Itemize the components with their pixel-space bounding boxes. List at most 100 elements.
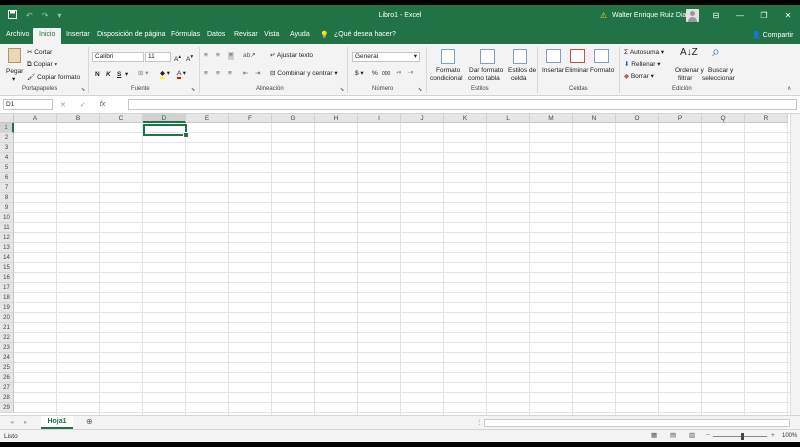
minimize-button[interactable]: —: [728, 5, 752, 27]
zoom-in-icon[interactable]: +: [771, 432, 775, 440]
tab-datos[interactable]: Datos: [207, 31, 225, 38]
align-right-icon[interactable]: ≡: [228, 70, 232, 78]
format-cells-button[interactable]: Formato: [590, 67, 614, 75]
increase-indent-icon[interactable]: ⇥: [255, 70, 260, 78]
close-button[interactable]: ✕: [776, 5, 800, 27]
formula-input[interactable]: [128, 99, 797, 110]
decrease-font-icon[interactable]: A▾: [186, 53, 193, 64]
row-header[interactable]: 27: [0, 383, 14, 393]
column-header-i[interactable]: I: [358, 114, 401, 123]
column-header-m[interactable]: M: [530, 114, 573, 123]
undo-icon[interactable]: ↶: [26, 11, 33, 21]
clear-button[interactable]: ◆ Borrar ▾: [624, 73, 654, 81]
decrease-decimal-icon[interactable]: ⁻⁰: [408, 70, 413, 78]
column-header-o[interactable]: O: [616, 114, 659, 123]
name-box[interactable]: D1: [3, 99, 53, 110]
fill-button[interactable]: ⬇ Rellenar ▾: [624, 61, 661, 69]
tab-revisar[interactable]: Revisar: [234, 31, 258, 38]
customize-qat-icon[interactable]: ▾: [57, 11, 61, 21]
format-as-table-icon[interactable]: [480, 49, 495, 64]
row-header[interactable]: 29: [0, 403, 14, 413]
format-painter-button[interactable]: 🖌 Copiar formato: [27, 74, 80, 82]
delete-cells-icon[interactable]: [570, 49, 585, 63]
row-header[interactable]: 4: [0, 153, 14, 163]
conditional-format-label-2[interactable]: condicional: [430, 75, 463, 83]
sheet-tab-hoja1[interactable]: Hoja1: [41, 416, 73, 429]
autosum-button[interactable]: Σ Autosuma ▾: [624, 49, 664, 57]
middle-align-icon[interactable]: ≡: [216, 52, 220, 60]
insert-cells-button[interactable]: Insertar: [542, 67, 564, 75]
row-header[interactable]: 25: [0, 363, 14, 373]
column-header-d[interactable]: D: [143, 114, 186, 123]
save-icon[interactable]: [8, 10, 17, 22]
orientation-icon[interactable]: ab↗: [243, 52, 256, 60]
selected-cell[interactable]: [143, 124, 189, 138]
currency-button[interactable]: $ ▾: [355, 70, 364, 78]
column-header-r[interactable]: R: [745, 114, 788, 123]
split-handle-icon[interactable]: ⋮: [476, 419, 483, 427]
fill-color-icon[interactable]: ◆ ▾: [160, 70, 170, 79]
paste-dropdown-icon[interactable]: ▾: [12, 76, 15, 84]
tab-ayuda[interactable]: Ayuda: [290, 31, 310, 38]
sort-filter-label-2[interactable]: filtrar: [678, 75, 692, 83]
tab-insertar[interactable]: Insertar: [66, 31, 90, 38]
row-header[interactable]: 21: [0, 323, 14, 333]
merge-center-button[interactable]: ⊟ Combinar y centrar ▾: [270, 70, 338, 78]
row-header[interactable]: 20: [0, 313, 14, 323]
align-center-icon[interactable]: ≡: [216, 70, 220, 78]
decrease-indent-icon[interactable]: ⇤: [243, 70, 248, 78]
tab-inicio[interactable]: Inicio: [33, 28, 62, 44]
tab-disposicion[interactable]: Disposición de página: [97, 31, 166, 38]
paste-button[interactable]: Pegar: [6, 68, 23, 76]
row-header[interactable]: 13: [0, 243, 14, 253]
row-header[interactable]: 17: [0, 283, 14, 293]
cell-styles-icon[interactable]: [513, 49, 527, 64]
page-break-view-icon[interactable]: ▥: [689, 432, 695, 440]
row-header[interactable]: 14: [0, 253, 14, 263]
insert-cells-icon[interactable]: [546, 49, 561, 63]
row-header[interactable]: 15: [0, 263, 14, 273]
cell-styles-label-1[interactable]: Estilos de: [508, 67, 536, 75]
sort-filter-icon[interactable]: A↓Z: [680, 48, 698, 58]
increase-font-icon[interactable]: A▴: [174, 53, 181, 64]
font-color-icon[interactable]: A ▾: [177, 70, 186, 79]
avatar[interactable]: [686, 9, 699, 22]
bottom-align-icon[interactable]: ≡: [228, 52, 234, 60]
row-header[interactable]: 28: [0, 393, 14, 403]
column-header-a[interactable]: A: [14, 114, 57, 123]
share-button[interactable]: 👤 Compartir: [752, 31, 793, 39]
row-header[interactable]: 8: [0, 193, 14, 203]
horizontal-scrollbar[interactable]: [484, 419, 790, 427]
font-launcher-icon[interactable]: ⬊: [191, 86, 195, 94]
column-header-l[interactable]: L: [487, 114, 530, 123]
tell-me-search[interactable]: ¿Qué desea hacer?: [334, 31, 396, 38]
user-name[interactable]: Walter Enrique Ruiz Diaz: [612, 12, 690, 19]
wrap-text-button[interactable]: ↵ Ajustar texto: [270, 52, 313, 60]
row-header[interactable]: 12: [0, 233, 14, 243]
column-header-p[interactable]: P: [659, 114, 702, 123]
borders-icon[interactable]: ⊞ ▾: [138, 70, 149, 78]
column-header-c[interactable]: C: [100, 114, 143, 123]
delete-cells-button[interactable]: Eliminar: [565, 67, 588, 75]
row-header[interactable]: 11: [0, 223, 14, 233]
enter-icon[interactable]: ✓: [80, 101, 86, 109]
column-header-g[interactable]: G: [272, 114, 315, 123]
page-layout-view-icon[interactable]: ▤: [670, 432, 676, 440]
tab-formulas[interactable]: Fórmulas: [171, 31, 200, 38]
comma-style-button[interactable]: 000: [382, 70, 390, 78]
insert-function-icon[interactable]: fx: [100, 101, 105, 109]
zoom-slider-thumb[interactable]: [741, 433, 744, 440]
row-header[interactable]: 9: [0, 203, 14, 213]
normal-view-icon[interactable]: ▦: [651, 432, 657, 440]
align-left-icon[interactable]: ≡: [204, 70, 208, 78]
find-select-label-2[interactable]: seleccionar: [702, 75, 735, 83]
collapse-ribbon-icon[interactable]: ∧: [787, 85, 791, 93]
cut-button[interactable]: ✂ Cortar: [27, 49, 52, 57]
copy-button[interactable]: ⧉ Copiar ▾: [27, 61, 57, 69]
increase-decimal-icon[interactable]: ⁺⁰: [396, 70, 401, 78]
row-header[interactable]: 16: [0, 273, 14, 283]
zoom-level[interactable]: 100%: [782, 433, 797, 439]
italic-button[interactable]: K: [106, 71, 111, 79]
conditional-format-icon[interactable]: [441, 49, 455, 64]
find-select-label-1[interactable]: Buscar y: [708, 67, 733, 75]
